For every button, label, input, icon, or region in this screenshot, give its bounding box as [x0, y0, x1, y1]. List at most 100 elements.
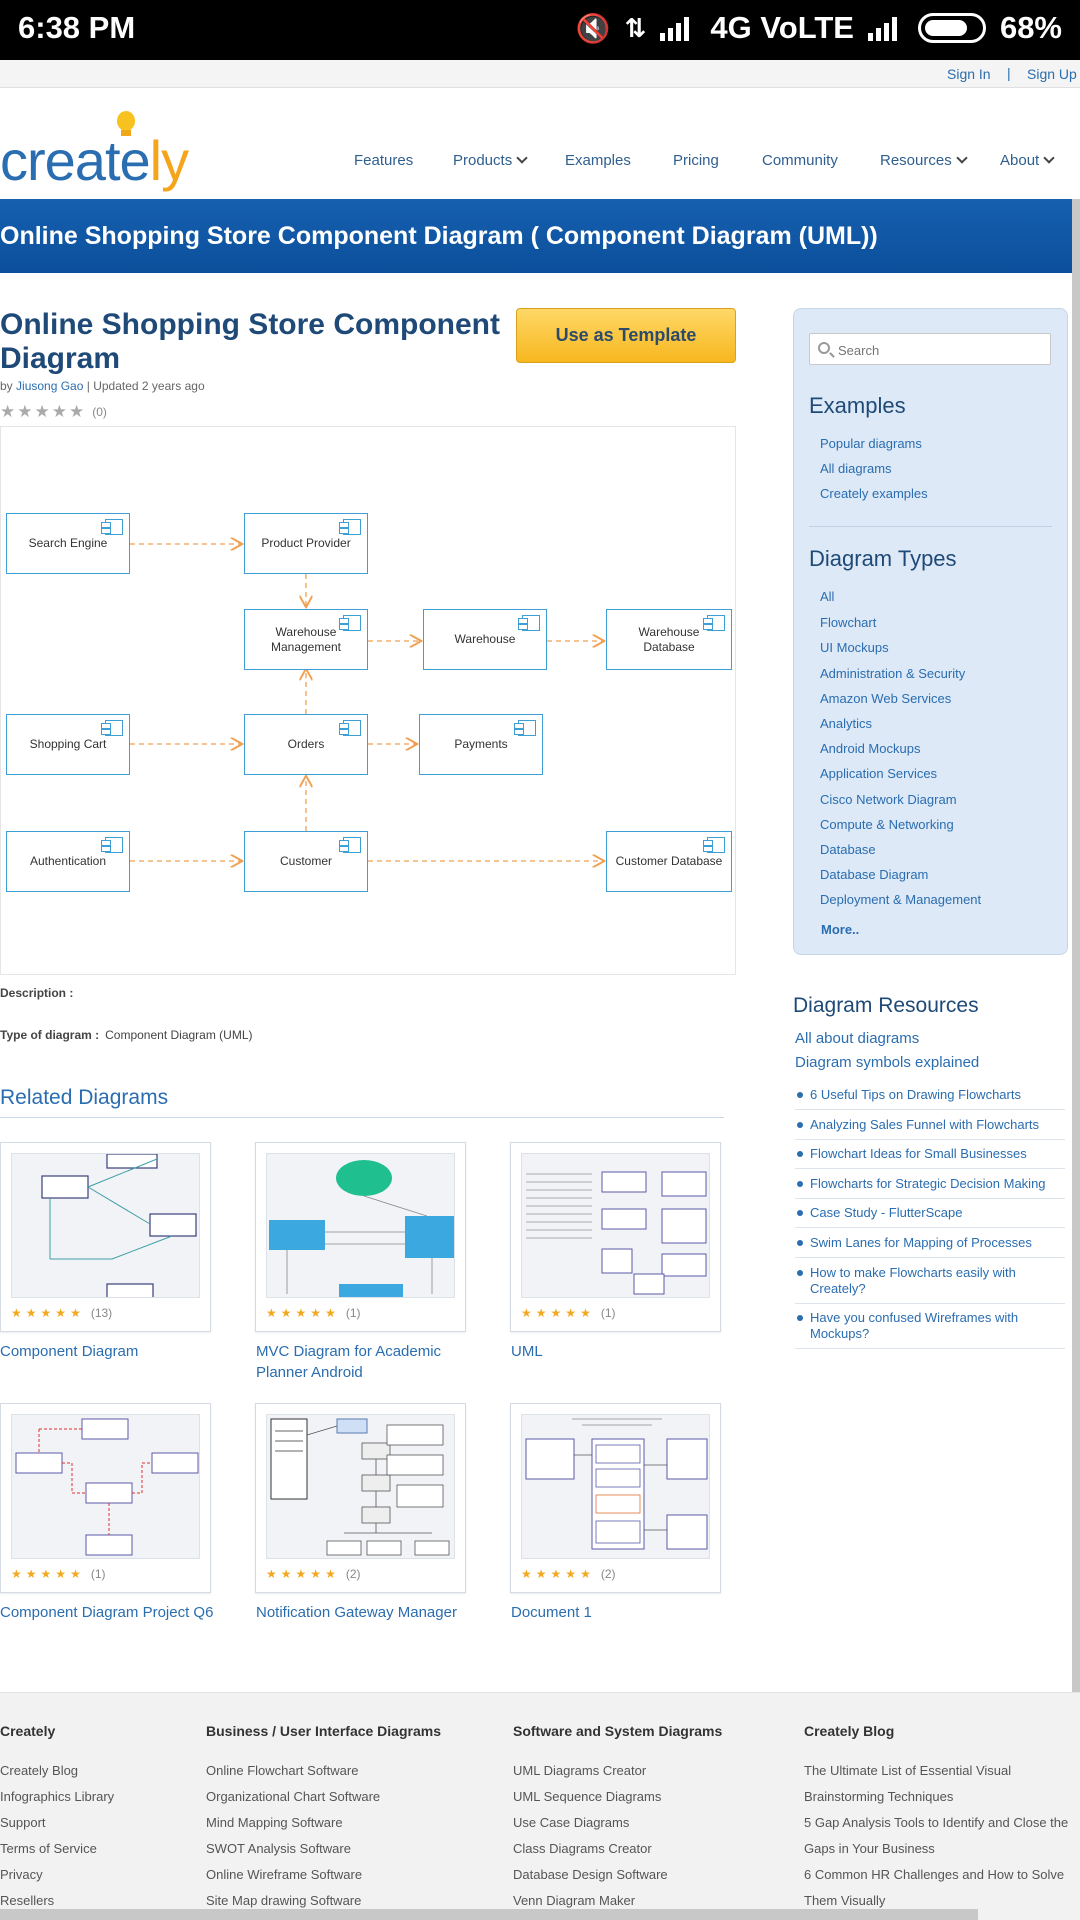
footer-link[interactable]: Online Flowchart Software — [206, 1763, 358, 1778]
footer-link[interactable]: SWOT Analysis Software — [206, 1841, 351, 1856]
type-link[interactable]: Cisco Network Diagram — [820, 792, 957, 807]
resource-article[interactable]: Have you confused Wireframes with Mockup… — [795, 1310, 1065, 1349]
related-card[interactable]: ★ ★ ★ ★ ★ (1) — [255, 1142, 466, 1332]
type-link[interactable]: Amazon Web Services — [820, 691, 951, 706]
component-icon — [703, 837, 725, 853]
type-link[interactable]: Administration & Security — [820, 666, 965, 681]
footer-link[interactable]: UML Sequence Diagrams — [513, 1789, 661, 1804]
related-card[interactable]: ★ ★ ★ ★ ★ (2) — [255, 1403, 466, 1593]
footer-link[interactable]: Online Wireframe Software — [206, 1867, 362, 1882]
type-link[interactable]: Android Mockups — [820, 741, 920, 756]
related-card[interactable]: ★ ★ ★ ★ ★ (2) — [510, 1403, 721, 1593]
footer-link[interactable]: Organizational Chart Software — [206, 1789, 380, 1804]
footer-link[interactable]: Gaps in Your Business — [804, 1841, 935, 1856]
nav-examples[interactable]: Examples — [565, 152, 631, 169]
type-link[interactable]: Compute & Networking — [820, 817, 954, 832]
more-types-link[interactable]: More.. — [821, 922, 859, 937]
related-card-title[interactable]: Document 1 — [511, 1602, 731, 1623]
type-link[interactable]: UI Mockups — [820, 640, 889, 655]
footer-link[interactable]: Privacy — [0, 1867, 43, 1882]
footer-link[interactable]: Class Diagrams Creator — [513, 1841, 652, 1856]
type-link[interactable]: Database — [820, 842, 876, 857]
footer-link[interactable]: Use Case Diagrams — [513, 1815, 629, 1830]
related-card-title[interactable]: Component Diagram — [0, 1341, 220, 1362]
footer-link[interactable]: Database Design Software — [513, 1867, 668, 1882]
footer-link[interactable]: Them Visually — [804, 1893, 885, 1908]
examples-link-popular[interactable]: Popular diagrams — [820, 436, 922, 451]
footer-link[interactable]: Infographics Library — [0, 1789, 114, 1804]
related-card[interactable]: ★ ★ ★ ★ ★ (13) — [0, 1142, 211, 1332]
resource-article[interactable]: How to make Flowcharts easily with Creat… — [795, 1265, 1065, 1304]
resource-article[interactable]: 6 Useful Tips on Drawing Flowcharts — [795, 1087, 1065, 1110]
footer-link[interactable]: Support — [0, 1815, 46, 1830]
diagram-thumbnail — [11, 1153, 200, 1298]
type-link[interactable]: Database Diagram — [820, 867, 928, 882]
search-input[interactable] — [838, 339, 1038, 361]
search-field[interactable] — [809, 333, 1051, 365]
related-card-title[interactable]: Component Diagram Project Q6 — [0, 1602, 220, 1623]
resource-link[interactable]: All about diagrams — [795, 1030, 919, 1047]
star-icon: ★ — [69, 402, 85, 421]
footer-link[interactable]: The Ultimate List of Essential Visual — [804, 1763, 1011, 1778]
search-icon — [818, 342, 830, 354]
footer-heading: Software and System Diagrams — [513, 1723, 723, 1739]
component-orders: Orders — [244, 714, 368, 775]
footer-link[interactable]: UML Diagrams Creator — [513, 1763, 646, 1778]
nav-features[interactable]: Features — [354, 152, 413, 169]
footer-link[interactable]: Brainstorming Techniques — [804, 1789, 953, 1804]
examples-link-all[interactable]: All diagrams — [820, 461, 892, 476]
diagram-preview[interactable]: Search Engine Product Provider Warehouse… — [0, 426, 736, 975]
related-card[interactable]: ★ ★ ★ ★ ★ (1) — [510, 1142, 721, 1332]
resource-link[interactable]: Diagram symbols explained — [795, 1054, 979, 1071]
use-as-template-button[interactable]: Use as Template — [516, 308, 736, 363]
diagram-connectors — [130, 427, 737, 976]
resource-article[interactable]: Swim Lanes for Mapping of Processes — [795, 1235, 1065, 1258]
signal-icon — [660, 15, 696, 41]
resource-article[interactable]: Flowcharts for Strategic Decision Making — [795, 1176, 1065, 1199]
component-icon — [101, 519, 123, 535]
star-icon: ★ — [51, 402, 67, 421]
footer-link[interactable]: Venn Diagram Maker — [513, 1893, 635, 1908]
footer-link[interactable]: Terms of Service — [0, 1841, 97, 1856]
nav-about[interactable]: About — [1000, 152, 1055, 169]
horizontal-scrollbar[interactable] — [0, 1909, 978, 1920]
footer-link[interactable]: Site Map drawing Software — [206, 1893, 361, 1908]
type-link[interactable]: Application Services — [820, 766, 937, 781]
component-icon — [339, 837, 361, 853]
rating[interactable]: ★ ★ ★ ★ ★ (0) — [0, 403, 107, 420]
related-card-title[interactable]: MVC Diagram for Academic Planner Android — [256, 1341, 476, 1383]
star-icon: ★ — [0, 402, 16, 421]
footer-link[interactable]: Creately Blog — [0, 1763, 78, 1778]
diagram-thumbnail — [521, 1153, 710, 1298]
related-card[interactable]: ★ ★ ★ ★ ★ (1) — [0, 1403, 211, 1593]
type-link[interactable]: All — [820, 589, 834, 604]
nav-products[interactable]: Products — [453, 152, 528, 169]
diagram-types-heading: Diagram Types — [809, 546, 957, 571]
footer-link[interactable]: 5 Gap Analysis Tools to Identify and Clo… — [804, 1815, 1068, 1830]
nav-community[interactable]: Community — [762, 152, 838, 169]
resource-article[interactable]: Flowchart Ideas for Small Businesses — [795, 1146, 1065, 1169]
creately-logo[interactable]: creately — [0, 106, 190, 192]
author-link[interactable]: Jiusong Gao — [16, 379, 83, 393]
sign-up-link[interactable]: Sign Up — [1027, 66, 1077, 82]
component-customer-database: Customer Database — [606, 831, 732, 892]
resource-article[interactable]: Case Study - FlutterScape — [795, 1205, 1065, 1228]
type-link[interactable]: Analytics — [820, 716, 872, 731]
examples-link-creately[interactable]: Creately examples — [820, 486, 928, 501]
sign-in-link[interactable]: Sign In — [947, 66, 991, 82]
nav-pricing[interactable]: Pricing — [673, 152, 719, 169]
related-card-title[interactable]: Notification Gateway Manager — [256, 1602, 476, 1623]
nav-resources[interactable]: Resources — [880, 152, 968, 169]
vertical-scrollbar[interactable] — [1072, 199, 1080, 1920]
footer-link[interactable]: Mind Mapping Software — [206, 1815, 343, 1830]
resource-article[interactable]: Analyzing Sales Funnel with Flowcharts — [795, 1117, 1065, 1140]
footer-link[interactable]: 6 Common HR Challenges and How to Solve — [804, 1867, 1064, 1882]
type-link[interactable]: Deployment & Management — [820, 892, 981, 907]
separator: | — [1007, 65, 1011, 81]
type-link[interactable]: Flowchart — [820, 615, 876, 630]
footer-link[interactable]: Resellers — [0, 1893, 54, 1908]
examples-heading: Examples — [809, 393, 906, 418]
footer-heading: Business / User Interface Diagrams — [206, 1723, 441, 1739]
related-card-title[interactable]: UML — [511, 1341, 731, 1362]
network-type: 4G VoLTE — [710, 10, 854, 45]
